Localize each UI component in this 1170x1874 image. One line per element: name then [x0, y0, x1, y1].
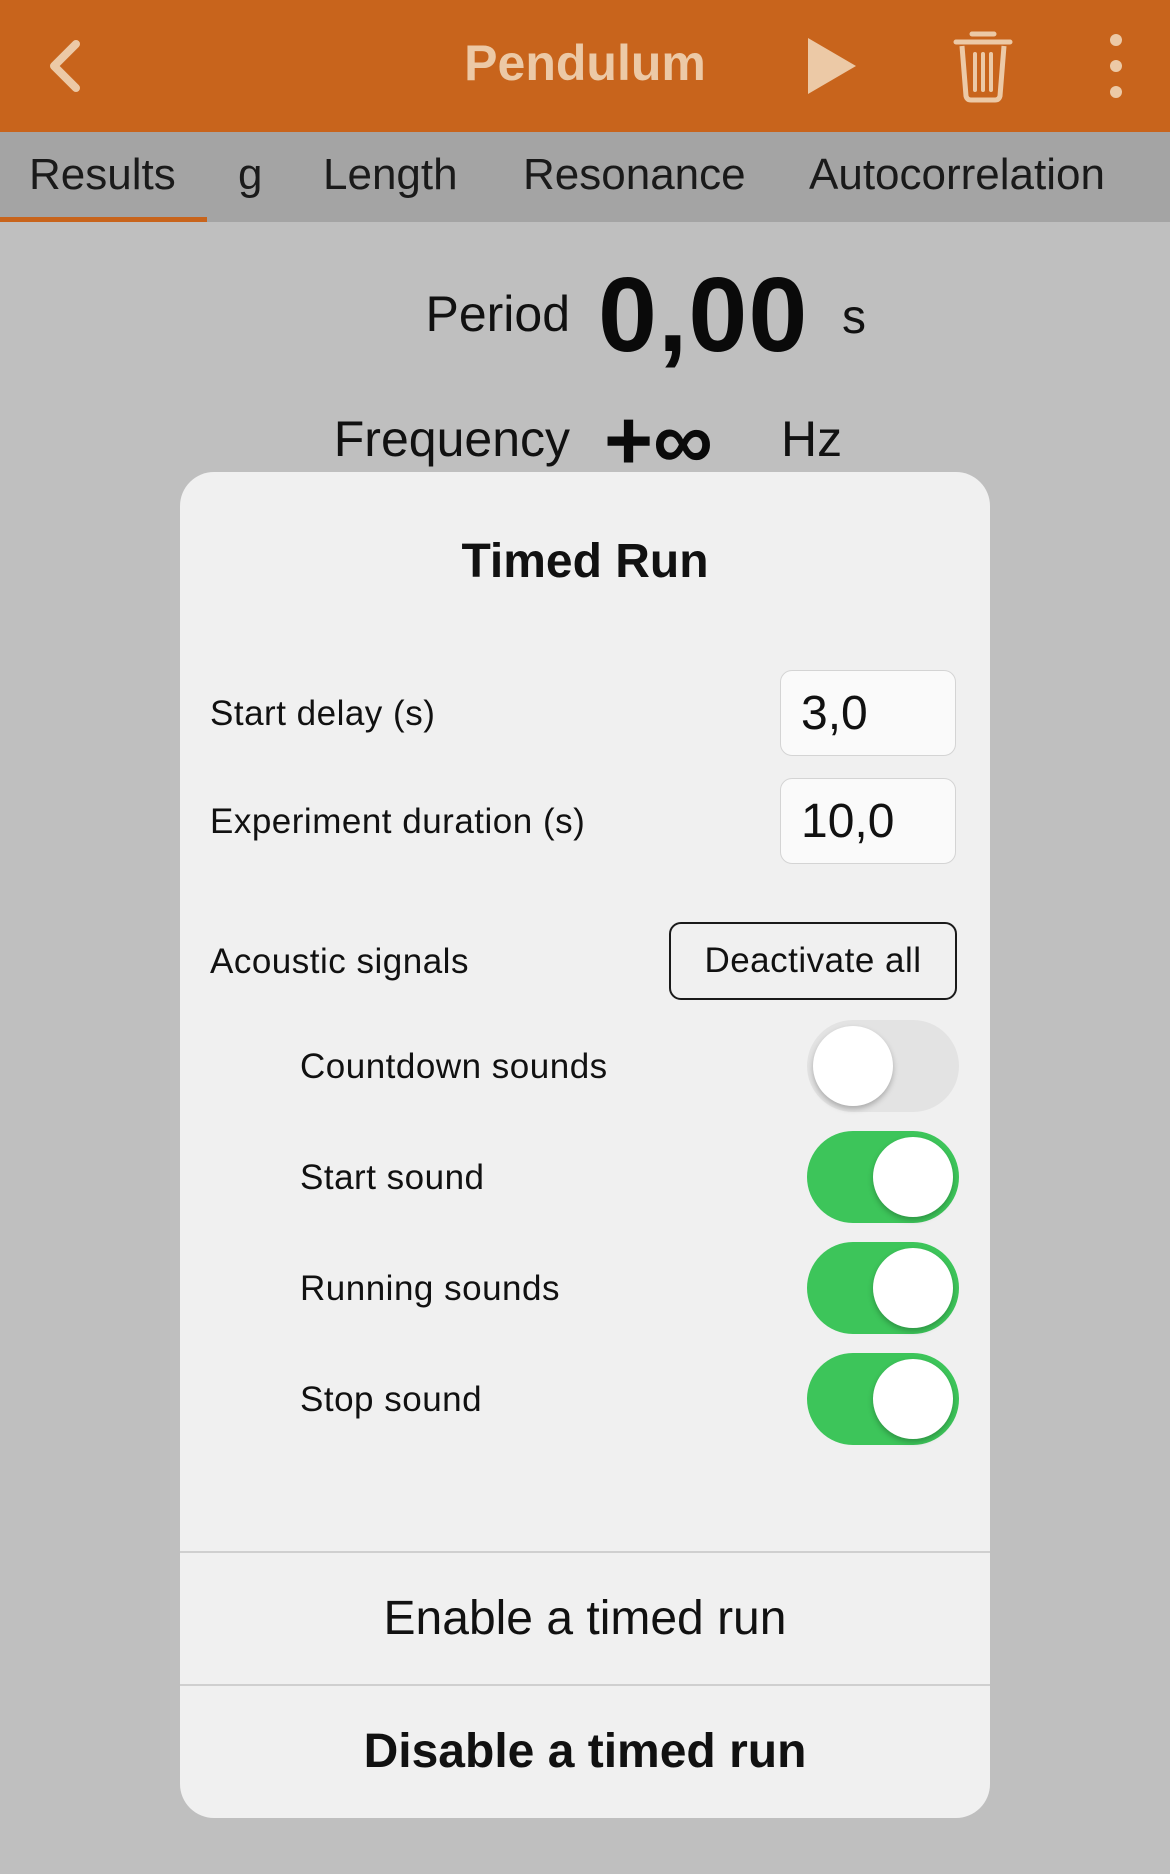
play-icon[interactable] [800, 34, 862, 98]
start-delay-label: Start delay (s) [210, 694, 436, 733]
running-sounds-label: Running sounds [300, 1269, 560, 1308]
start-delay-input[interactable] [780, 670, 956, 756]
dialog-title: Timed Run [461, 535, 709, 588]
deactivate-all-button[interactable]: Deactivate all [669, 922, 957, 1000]
toggle-knob [873, 1359, 953, 1439]
period-value: 0,00 [598, 256, 809, 374]
stop-sound-label: Stop sound [300, 1380, 483, 1419]
tab-autocorrelation[interactable]: Autocorrelation [809, 150, 1105, 200]
trash-icon[interactable] [948, 24, 1018, 104]
period-unit: s [842, 291, 866, 344]
app-title: Pendulum [464, 35, 706, 91]
app-toolbar: Pendulum [0, 0, 1170, 132]
start-sound-toggle[interactable] [807, 1131, 959, 1223]
tab-bar: Results g Length Resonance Autocorrelati… [0, 132, 1170, 222]
period-label: Period [425, 286, 570, 342]
countdown-sounds-toggle[interactable] [807, 1020, 959, 1112]
start-sound-label: Start sound [300, 1158, 485, 1197]
back-chevron-icon[interactable] [38, 30, 98, 102]
running-sounds-toggle[interactable] [807, 1242, 959, 1334]
toggle-knob [813, 1026, 893, 1106]
enable-timed-run-button[interactable]: Enable a timed run [180, 1553, 990, 1683]
more-vertical-icon[interactable] [1096, 30, 1136, 102]
toggle-knob [873, 1137, 953, 1217]
timed-run-dialog: Timed Run Start delay (s) Experiment dur… [180, 472, 990, 1818]
selected-tab-indicator [0, 217, 207, 222]
frequency-value: +∞ [604, 393, 713, 487]
stop-sound-toggle[interactable] [807, 1353, 959, 1445]
tab-resonance[interactable]: Resonance [523, 150, 746, 200]
tab-length[interactable]: Length [323, 150, 458, 200]
toggle-knob [873, 1248, 953, 1328]
countdown-sounds-label: Countdown sounds [300, 1047, 608, 1086]
frequency-unit: Hz [781, 411, 843, 467]
tab-g[interactable]: g [238, 150, 262, 200]
tab-results[interactable]: Results [29, 150, 176, 200]
duration-label: Experiment duration (s) [210, 802, 586, 841]
disable-timed-run-button[interactable]: Disable a timed run [180, 1686, 990, 1816]
duration-input[interactable] [780, 778, 956, 864]
acoustic-signals-label: Acoustic signals [210, 942, 469, 981]
frequency-label: Frequency [333, 411, 570, 467]
